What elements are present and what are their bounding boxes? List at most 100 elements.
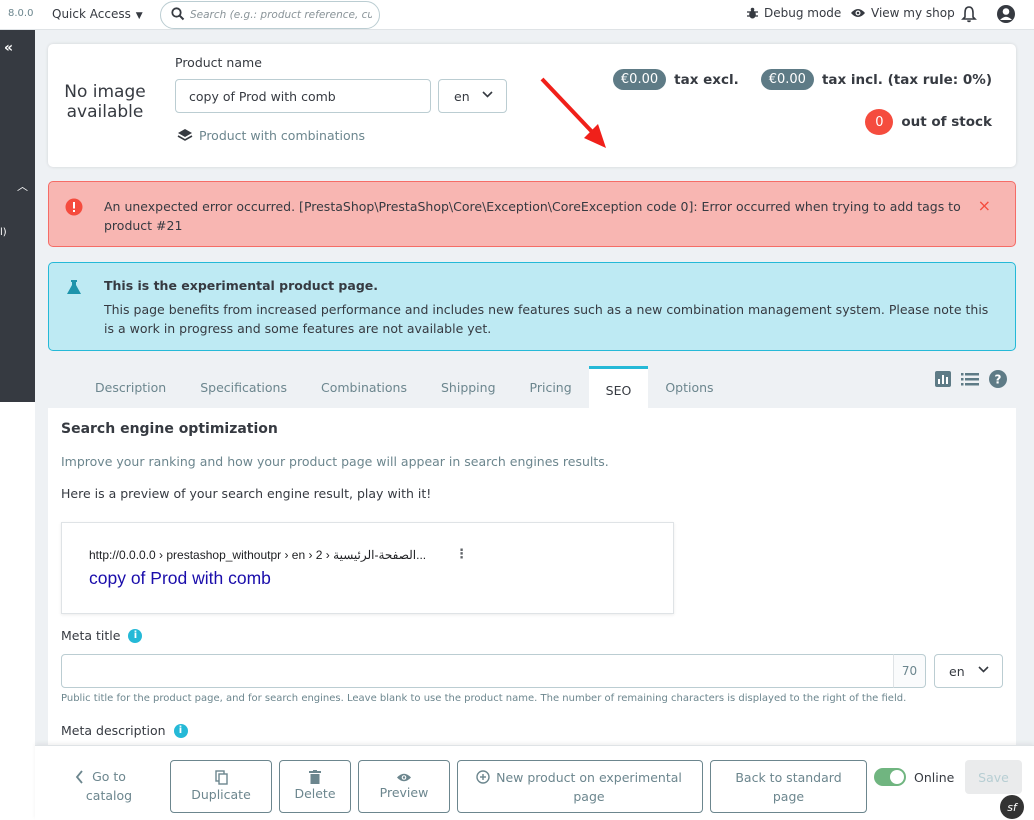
product-type-label: Product with combinations [199,128,366,143]
search-input[interactable]: Search (e.g.: product reference, custon [190,9,372,21]
stock-summary: 0 out of stock [865,109,992,135]
online-label: Online [914,769,955,785]
price-summary: €0.00 tax excl. €0.00 tax incl. (tax rul… [612,69,992,90]
quick-access-dropdown[interactable]: Quick Access ▼ [52,7,143,21]
chevron-up-icon[interactable]: ︿ [17,178,28,194]
trash-icon [309,770,321,784]
seo-panel: Search engine optimization Improve your … [48,408,1016,748]
tab-description[interactable]: Description [78,366,183,408]
meta-description-label: Meta description [61,723,166,738]
preview-url: http://0.0.0.0 › prestashop_withoutpr › … [89,548,427,562]
bell-icon[interactable] [961,5,977,23]
tax-incl-label: tax incl. (tax rule: 0%) [821,71,992,88]
footer-action-bar: Go to catalog Duplicate Delete Preview N… [35,745,1034,820]
meta-title-label-row: Meta title i [61,628,143,643]
back-standard-label: Back to standard page [735,769,842,804]
tab-shipping[interactable]: Shipping [424,366,513,408]
search-icon [171,7,185,21]
online-switch[interactable] [874,768,906,786]
back-to-standard-page-button[interactable]: Back to standard page [710,760,867,813]
quick-access-label: Quick Access [52,7,131,21]
svg-text:?: ? [995,373,1002,387]
meta-title-label: Meta title [61,628,121,643]
seo-preview-intro: Here is a preview of your search engine … [61,486,432,501]
error-message: An unexpected error occurred. [PrestaSho… [104,199,961,233]
info-alert-text: This page benefits from increased perfor… [104,302,989,336]
meta-title-help: Public title for the product page, and f… [61,693,907,704]
search-box[interactable]: Search (e.g.: product reference, custon [160,1,380,29]
duplicate-label: Duplicate [191,786,251,802]
debug-mode-label: Debug mode [764,6,842,20]
help-icon[interactable]: ? [989,370,1007,388]
duplicate-button[interactable]: Duplicate [170,760,272,813]
bug-icon [747,7,758,18]
meta-description-label-row: Meta description i [61,723,188,738]
info-icon[interactable]: i [173,723,188,738]
product-type-link[interactable]: Product with combinations [177,128,365,143]
view-shop-label: View my shop [871,6,955,20]
price-excl-badge: €0.00 [612,69,667,90]
price-incl-badge: €0.00 [760,69,814,90]
seo-subtitle: Improve your ranking and how your produc… [61,454,609,469]
eye-icon [397,773,411,781]
more-vertical-icon: ⋮ [455,547,468,562]
view-shop-link[interactable]: View my shop [850,6,955,20]
error-alert: An unexpected error occurred. [PrestaSho… [48,181,1016,247]
product-name-input[interactable]: copy of Prod with comb [175,79,431,113]
caret-down-icon: ▼ [132,11,143,21]
red-arrow-annotation [540,77,606,148]
save-button[interactable]: Save [965,760,1022,794]
version-label: 8.0.0 [8,8,34,19]
product-name-language-select[interactable]: en [438,79,507,113]
online-toggle[interactable]: Online [874,768,954,786]
tab-seo[interactable]: SEO [588,366,649,408]
flask-icon [67,280,81,294]
preview-button[interactable]: Preview [358,760,450,813]
eye-icon [851,9,865,17]
meta-title-counter: 70 [893,654,926,688]
product-name-label: Product name [175,55,262,70]
debug-mode-link[interactable]: Debug mode [746,6,841,20]
error-icon [65,198,83,216]
new-product-label: New product on experimental page [496,769,682,804]
chevron-down-icon [978,666,989,673]
list-icon[interactable] [961,372,979,386]
info-alert-title: This is the experimental product page. [104,278,378,293]
tab-pricing[interactable]: Pricing [513,366,589,408]
go-to-catalog-link[interactable]: Go to catalog [75,767,139,805]
go-to-catalog-label: Go to catalog [85,769,133,803]
meta-title-input[interactable] [61,654,894,688]
chevron-down-icon [482,91,493,98]
tax-excl-label: tax excl. [674,71,739,88]
preview-title: copy of Prod with comb [89,568,271,588]
product-header-card: No image available Product name copy of … [48,44,1016,167]
delete-label: Delete [294,786,336,801]
copy-icon [214,769,228,785]
info-alert: This is the experimental product page. T… [48,262,1016,351]
stock-label: out of stock [901,114,992,130]
new-product-row: New product on experimental page [476,768,684,806]
collapse-sidebar-icon[interactable]: « [4,40,13,56]
seo-title: Search engine optimization [61,421,278,437]
no-image-placeholder: No image available [64,82,146,122]
preview-label: Preview [379,784,429,800]
layers-icon [177,129,193,141]
tab-toolbar: ? [935,370,1007,388]
tab-combinations[interactable]: Combinations [304,366,424,408]
tab-options[interactable]: Options [648,366,730,408]
info-icon[interactable]: i [128,628,143,643]
sidebar-item-fragment[interactable]: l) [0,227,7,238]
close-alert-icon[interactable]: × [978,196,991,215]
tab-specifications[interactable]: Specifications [183,366,304,408]
delete-button[interactable]: Delete [279,760,351,813]
chevron-left-icon [75,770,83,784]
language-value: en [454,88,470,104]
new-product-experimental-button[interactable]: New product on experimental page [457,760,703,813]
symfony-toolbar-icon[interactable]: sf [1000,795,1024,819]
sidebar-lower [0,402,35,820]
stock-count-badge: 0 [865,109,894,135]
chart-icon[interactable] [935,371,951,387]
user-avatar-icon[interactable] [996,4,1016,24]
search-result-preview: http://0.0.0.0 › prestashop_withoutpr › … [61,522,674,614]
meta-title-language-select[interactable]: en [934,654,1003,688]
